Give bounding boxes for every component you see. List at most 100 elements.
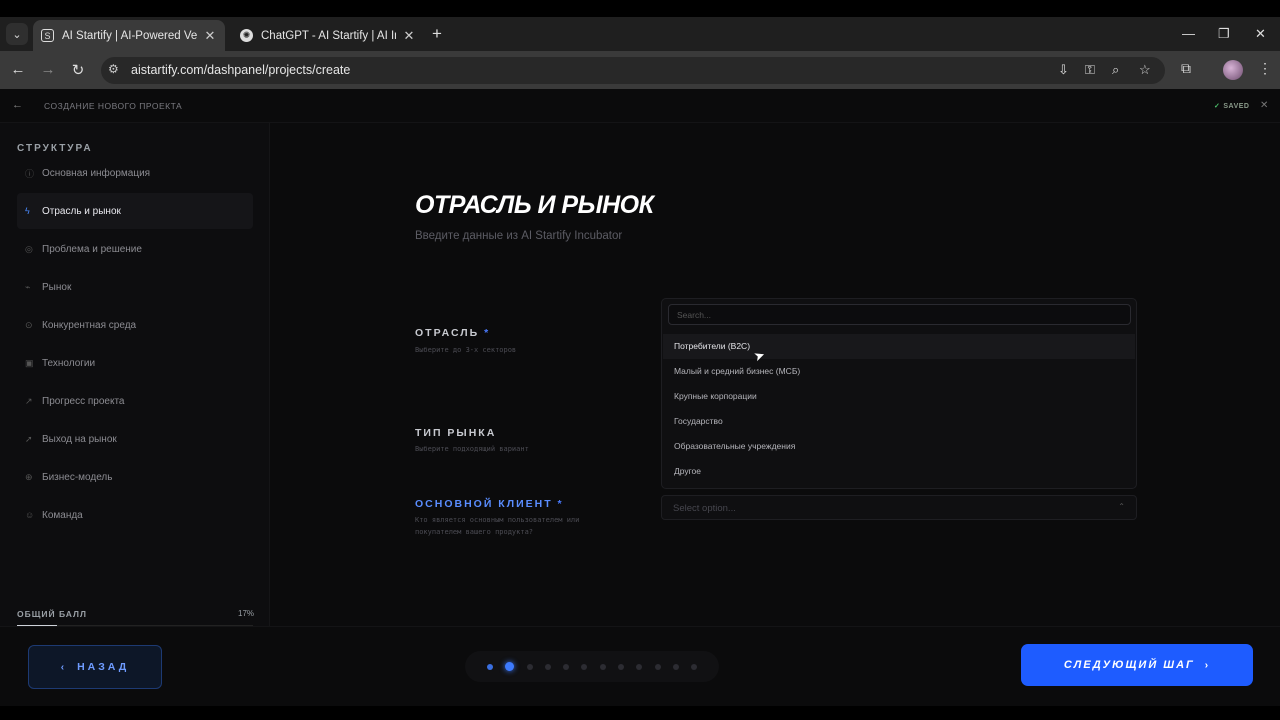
letterbox-bottom bbox=[0, 706, 1280, 720]
target-icon: ◎ bbox=[25, 243, 33, 254]
site-info-icon[interactable]: ⚙ bbox=[108, 62, 119, 76]
tab-search-chevron-icon[interactable]: ⌄ bbox=[6, 23, 28, 45]
extensions-icon[interactable]: ⧉ bbox=[1181, 60, 1191, 77]
browser-tabbar: ⌄ S AI Startify | AI-Powered Venture ✕ ✺… bbox=[0, 17, 1280, 51]
tab-title: ChatGPT - AI Startify | AI Incuba bbox=[261, 29, 396, 42]
page-title: ОТРАСЛЬ И РЫНОК bbox=[415, 191, 654, 219]
compete-icon: ⊙ bbox=[25, 319, 33, 330]
address-bar[interactable]: ⚙ aistartify.com/dashpanel/projects/crea… bbox=[101, 57, 1165, 84]
chevron-up-icon: ⌃ bbox=[1118, 502, 1125, 511]
tab-close-icon[interactable]: ✕ bbox=[203, 28, 217, 44]
chevron-right-icon: › bbox=[1204, 659, 1211, 671]
tab-close-icon[interactable]: ✕ bbox=[402, 28, 416, 44]
sidebar-item-basic-info[interactable]: ⓘ Основная информация bbox=[17, 155, 253, 191]
market-type-hint: Выберите подходящий вариант bbox=[415, 445, 529, 453]
zoom-icon[interactable]: ⌕ bbox=[1112, 62, 1119, 78]
step-dot[interactable] bbox=[505, 662, 515, 671]
score-label: ОБЩИЙ БАЛЛ bbox=[17, 609, 87, 619]
url-text: aistartify.com/dashpanel/projects/create bbox=[131, 63, 351, 77]
footer: ‹ НАЗАД СЛЕДУЮЩИЙ ШАГ › bbox=[0, 626, 1280, 706]
main-client-label: ОСНОВНОЙ КЛИЕНТ * bbox=[415, 498, 564, 510]
sidebar-item-label: Выход на рынок bbox=[42, 433, 117, 445]
sidebar-item-industry-market[interactable]: ϟ Отрасль и рынок bbox=[17, 193, 253, 229]
reload-icon[interactable]: ↻ bbox=[68, 61, 88, 79]
window-close-icon[interactable]: ✕ bbox=[1255, 26, 1266, 42]
sidebar-item-team[interactable]: ☺ Команда bbox=[17, 497, 253, 533]
dropdown-search-input[interactable]: Search... bbox=[668, 304, 1131, 325]
market-type-label-text: ТИП РЫНКА bbox=[415, 427, 497, 439]
install-app-icon[interactable]: ⇩ bbox=[1058, 62, 1069, 78]
step-indicator bbox=[465, 651, 719, 682]
next-button-label: СЛЕДУЮЩИЙ ШАГ bbox=[1063, 659, 1195, 671]
step-dot[interactable] bbox=[599, 663, 606, 670]
dropdown-option[interactable]: Малый и средний бизнес (МСБ) bbox=[663, 359, 1135, 384]
forward-icon[interactable]: → bbox=[38, 61, 58, 78]
industry-label: ОТРАСЛЬ * bbox=[415, 327, 490, 339]
saved-status: ✓ SAVED bbox=[1214, 102, 1249, 110]
market-type-label: ТИП РЫНКА bbox=[415, 427, 496, 439]
main-content: ОТРАСЛЬ И РЫНОК Введите данные из AI Sta… bbox=[271, 123, 1280, 626]
sidebar: СТРУКТУРА ⓘ Основная информация ϟ Отрасл… bbox=[0, 123, 270, 627]
sidebar-title: СТРУКТУРА bbox=[17, 143, 93, 154]
main-client-hint: Кто является основным пользователем или … bbox=[415, 516, 580, 536]
new-tab-icon[interactable]: + bbox=[432, 24, 442, 44]
sidebar-item-competition[interactable]: ⊙ Конкурентная среда bbox=[17, 307, 253, 343]
main-client-label-text: ОСНОВНОЙ КЛИЕНТ bbox=[415, 498, 553, 510]
step-dot[interactable] bbox=[654, 663, 661, 670]
more-menu-icon[interactable]: ⋮ bbox=[1258, 60, 1272, 77]
back-icon[interactable]: ← bbox=[8, 61, 28, 78]
sidebar-item-progress[interactable]: ↗ Прогресс проекта bbox=[17, 383, 253, 419]
step-dot[interactable] bbox=[487, 663, 493, 670]
browser-toolbar: ← → ↻ ⚙ aistartify.com/dashpanel/project… bbox=[0, 51, 1280, 89]
browser-tab[interactable]: ✺ ChatGPT - AI Startify | AI Incuba ✕ bbox=[232, 20, 424, 51]
close-icon[interactable]: ✕ bbox=[1260, 100, 1268, 111]
back-arrow-icon[interactable]: ← bbox=[12, 99, 23, 111]
restore-icon[interactable]: ❐ bbox=[1218, 26, 1230, 42]
browser-tab-active[interactable]: S AI Startify | AI-Powered Venture ✕ bbox=[33, 20, 225, 51]
dropdown-option[interactable]: Государство bbox=[663, 409, 1135, 434]
profile-avatar[interactable] bbox=[1223, 60, 1243, 80]
info-icon: ⓘ bbox=[25, 168, 35, 179]
sidebar-item-business-model[interactable]: ⊕ Бизнес-модель bbox=[17, 459, 253, 495]
step-dot[interactable] bbox=[618, 663, 625, 670]
industry-hint: Выберите до 3-х секторов bbox=[415, 346, 517, 354]
tab-title: AI Startify | AI-Powered Venture bbox=[62, 29, 197, 42]
step-dot[interactable] bbox=[544, 663, 551, 670]
score-value: 17% bbox=[238, 609, 255, 618]
dropdown-option[interactable]: Потребители (B2C) bbox=[663, 334, 1135, 359]
step-dot[interactable] bbox=[526, 663, 533, 670]
bookmark-star-icon[interactable]: ☆ bbox=[1139, 62, 1151, 78]
pulse-icon: ϟ bbox=[25, 206, 30, 216]
back-button[interactable]: ‹ НАЗАД bbox=[28, 645, 162, 689]
sidebar-item-go-to-market[interactable]: ➚ Выход на рынок bbox=[17, 421, 253, 457]
key-icon[interactable]: ⚿ bbox=[1085, 62, 1095, 78]
client-dropdown-menu: Search... Потребители (B2C) Малый и сред… bbox=[661, 298, 1137, 489]
page-header-title: СОЗДАНИЕ НОВОГО ПРОЕКТА bbox=[44, 101, 183, 111]
step-dot[interactable] bbox=[636, 663, 643, 670]
sidebar-item-label: Команда bbox=[42, 509, 83, 521]
select-placeholder: Select option... bbox=[673, 503, 736, 514]
step-dot[interactable] bbox=[563, 663, 570, 670]
main-client-select[interactable]: Select option... ⌃ bbox=[661, 495, 1137, 520]
minimize-icon[interactable]: — bbox=[1182, 26, 1195, 41]
sidebar-item-technology[interactable]: ▣ Технологии bbox=[17, 345, 253, 381]
check-icon: ✓ bbox=[1214, 103, 1221, 110]
dropdown-option[interactable]: Образовательные учреждения bbox=[663, 434, 1135, 459]
sidebar-item-label: Технологии bbox=[42, 357, 96, 369]
step-dot[interactable] bbox=[672, 663, 679, 670]
chart-icon: ⌁ bbox=[25, 281, 31, 292]
dropdown-option[interactable]: Крупные корпорации bbox=[663, 384, 1135, 409]
step-dot[interactable] bbox=[691, 663, 698, 670]
dropdown-option[interactable]: Другое bbox=[663, 459, 1135, 484]
sidebar-item-label: Конкурентная среда bbox=[42, 319, 137, 331]
back-button-label: НАЗАД bbox=[77, 661, 130, 673]
step-dot[interactable] bbox=[581, 663, 588, 670]
sidebar-item-label: Отрасль и рынок bbox=[42, 205, 121, 217]
rocket-icon: ➚ bbox=[25, 433, 33, 444]
sidebar-item-problem-solution[interactable]: ◎ Проблема и решение bbox=[17, 231, 253, 267]
sidebar-item-label: Прогресс проекта bbox=[42, 395, 125, 407]
globe-icon: ⊕ bbox=[25, 471, 33, 482]
next-step-button[interactable]: СЛЕДУЮЩИЙ ШАГ › bbox=[1021, 644, 1253, 686]
industry-label-text: ОТРАСЛЬ bbox=[415, 327, 480, 339]
sidebar-item-market[interactable]: ⌁ Рынок bbox=[17, 269, 253, 305]
